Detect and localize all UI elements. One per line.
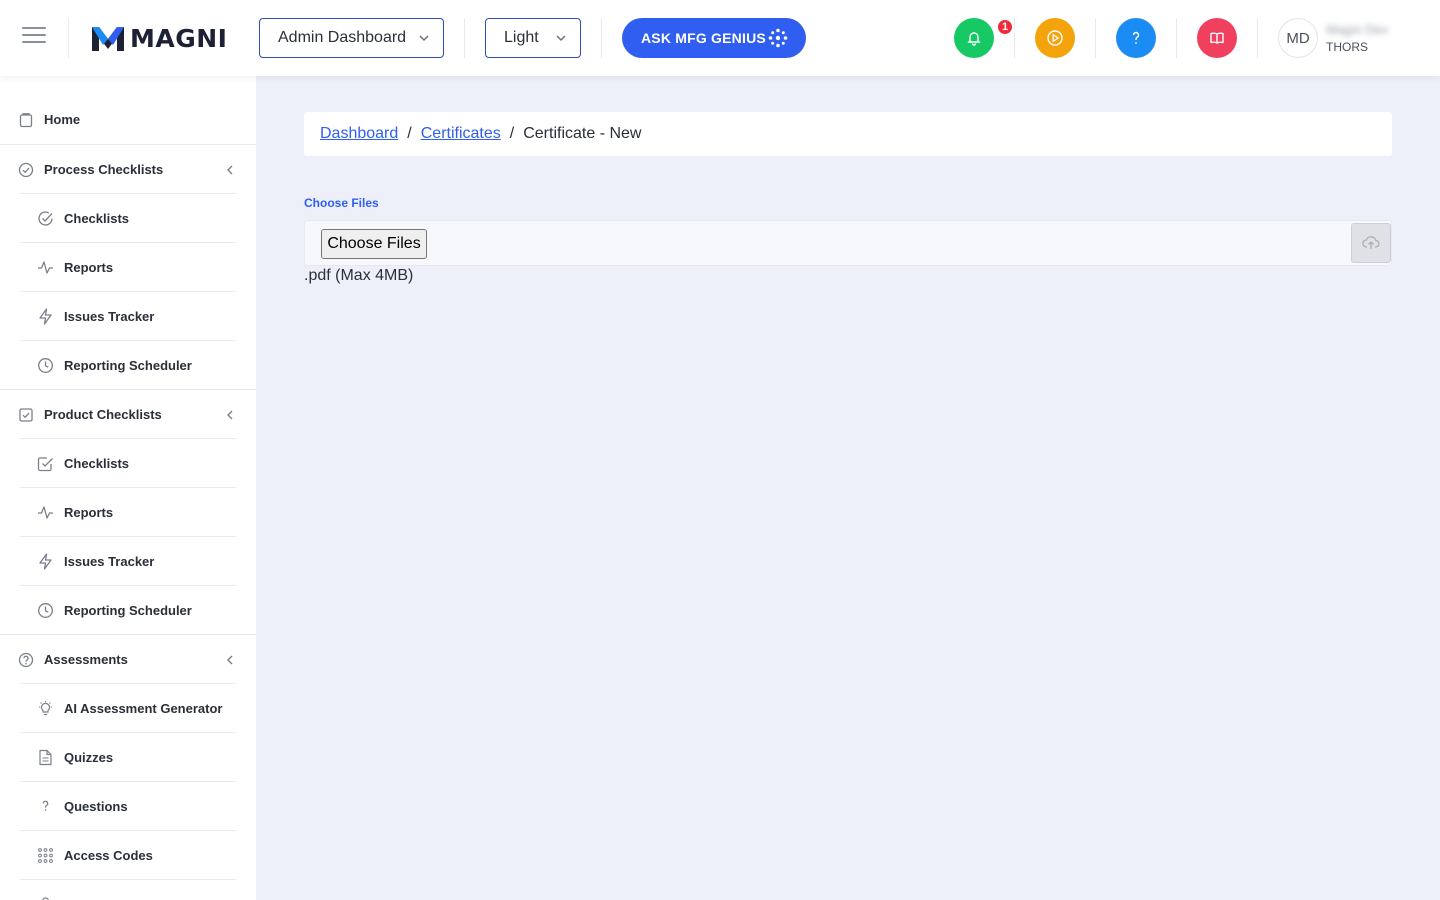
hamburger-icon[interactable]	[22, 27, 46, 49]
breadcrumb-link-certificates[interactable]: Certificates	[421, 125, 501, 143]
sidebar-item-label: Checklists	[64, 211, 130, 226]
dashboard-select[interactable]: Admin Dashboard	[259, 18, 444, 58]
sidebar-item-process-checklists[interactable]: Checklists	[20, 194, 236, 243]
bell-icon	[967, 32, 981, 46]
check-circle-icon	[38, 211, 53, 226]
sidebar-item-access-codes[interactable]: Access Codes	[20, 831, 236, 880]
sidebar-group-label: Process Checklists	[44, 162, 164, 177]
sidebar: Home Process Checklists Checklists Repor…	[0, 76, 256, 900]
sidebar-item-label: Questions	[64, 799, 128, 814]
sidebar-item-label: Quizzes	[64, 750, 114, 765]
user-avatar[interactable]: MD	[1278, 18, 1318, 58]
sidebar-item-product-reports[interactable]: Reports	[20, 488, 236, 537]
sparkle-icon	[768, 28, 788, 48]
help-button[interactable]	[1116, 18, 1156, 58]
sidebar-group-product-checklists[interactable]: Product Checklists	[0, 390, 256, 439]
sidebar-item-label: Checklists	[64, 456, 130, 471]
check-square-icon	[37, 457, 53, 472]
chevron-left-icon	[227, 410, 233, 419]
file-format-hint: .pdf (Max 4MB)	[304, 267, 414, 284]
book-icon	[1210, 32, 1224, 44]
sidebar-item-label: Access Codes	[64, 848, 153, 863]
header-divider	[464, 18, 465, 58]
sidebar-item-home[interactable]: Home	[0, 95, 256, 144]
sidebar-item-label: Reports	[64, 260, 114, 275]
tutorial-video-button[interactable]	[1035, 18, 1075, 58]
sidebar-item-label: Reporting Scheduler	[64, 358, 192, 373]
chevron-left-icon	[227, 165, 233, 174]
chevron-down-icon	[419, 35, 429, 42]
sidebar-item-questions[interactable]: Questions	[20, 782, 236, 831]
sidebar-item-process-reports[interactable]: Reports	[20, 243, 236, 292]
breadcrumb-separator: /	[509, 125, 515, 142]
upload-button[interactable]	[1351, 223, 1391, 263]
header-divider	[1176, 18, 1177, 58]
top-header: MAGNI Admin Dashboard Light ASK MFG GENI…	[0, 0, 1440, 76]
lightning-icon	[39, 553, 52, 570]
sidebar-group-label: Product Checklists	[44, 407, 162, 422]
ask-mfg-genius-label: ASK MFG GENIUS	[641, 30, 766, 46]
question-mark-icon	[42, 800, 49, 811]
sidebar-item-label: Issues Tracker	[64, 554, 155, 569]
sidebar-item-process-issues-tracker[interactable]: Issues Tracker	[20, 292, 236, 341]
sidebar-group-label: Assessments	[44, 652, 128, 667]
theme-select[interactable]: Light	[485, 18, 581, 58]
notifications-button[interactable]	[954, 18, 994, 58]
lightning-icon	[39, 308, 52, 325]
header-divider	[1014, 18, 1015, 58]
header-divider	[601, 18, 602, 58]
sidebar-group-assessments[interactable]: Assessments	[0, 635, 256, 684]
user-organization: THORS	[1326, 40, 1368, 54]
clock-icon	[38, 358, 53, 373]
sidebar-item-quizzes[interactable]: Quizzes	[20, 733, 236, 782]
sidebar-item-ai-assessment-generator[interactable]: AI Assessment Generator	[20, 684, 236, 733]
breadcrumb-separator: /	[407, 125, 412, 142]
sidebar-item-label: Reporting Scheduler	[64, 603, 192, 618]
check-square-icon	[19, 407, 33, 422]
ask-mfg-genius-button[interactable]: ASK MFG GENIUS	[622, 18, 806, 58]
chevron-left-icon	[227, 655, 233, 664]
sidebar-item-label: Issues Tracker	[64, 309, 155, 324]
magni-logo[interactable]: MAGNI	[90, 22, 227, 54]
check-circle-icon	[18, 162, 34, 177]
question-circle-icon	[18, 652, 34, 667]
header-divider	[68, 18, 69, 58]
sidebar-item-product-reporting-scheduler[interactable]: Reporting Scheduler	[20, 586, 236, 635]
sidebar-item-product-issues-tracker[interactable]: Issues Tracker	[20, 537, 236, 586]
help-icon	[1132, 31, 1140, 44]
breadcrumb-current: Certificate - New	[523, 125, 642, 142]
sidebar-item-partial[interactable]	[20, 880, 236, 900]
sidebar-group-process-checklists[interactable]: Process Checklists	[0, 145, 256, 194]
file-field-label: Choose Files	[304, 196, 379, 210]
notification-count-badge: 1	[996, 18, 1014, 36]
user-name: Magni Dev	[1326, 22, 1389, 37]
choose-files-button[interactable]: Choose Files	[321, 229, 427, 259]
cloud-upload-icon	[1362, 236, 1380, 249]
dashboard-select-value: Admin Dashboard	[278, 29, 407, 46]
activity-icon	[38, 506, 53, 519]
sidebar-item-process-reporting-scheduler[interactable]: Reporting Scheduler	[20, 341, 236, 390]
header-divider	[1257, 18, 1258, 58]
document-icon	[39, 749, 52, 766]
chevron-down-icon	[556, 35, 566, 42]
lightbulb-icon	[39, 701, 52, 716]
activity-icon	[38, 261, 53, 274]
theme-select-value: Light	[504, 29, 539, 46]
sidebar-item-label: Home	[44, 112, 81, 127]
breadcrumb: Dashboard / Certificates / Certificate -…	[304, 112, 1392, 156]
play-icon	[1047, 30, 1063, 46]
grid-dots-icon	[38, 848, 53, 863]
magni-logo-mark-icon	[92, 27, 124, 51]
clipboard-icon	[19, 112, 33, 127]
breadcrumb-link-dashboard[interactable]: Dashboard	[320, 125, 398, 143]
sidebar-item-product-checklists[interactable]: Checklists	[20, 439, 236, 488]
logo-text: MAGNI	[130, 23, 228, 53]
sidebar-item-label: Reports	[64, 505, 114, 520]
header-divider	[1095, 18, 1096, 58]
clock-icon	[38, 603, 53, 618]
user-icon	[42, 897, 49, 900]
documentation-button[interactable]	[1197, 18, 1237, 58]
sidebar-item-label: AI Assessment Generator	[64, 701, 223, 716]
file-input-row: Choose Files	[304, 220, 1392, 266]
